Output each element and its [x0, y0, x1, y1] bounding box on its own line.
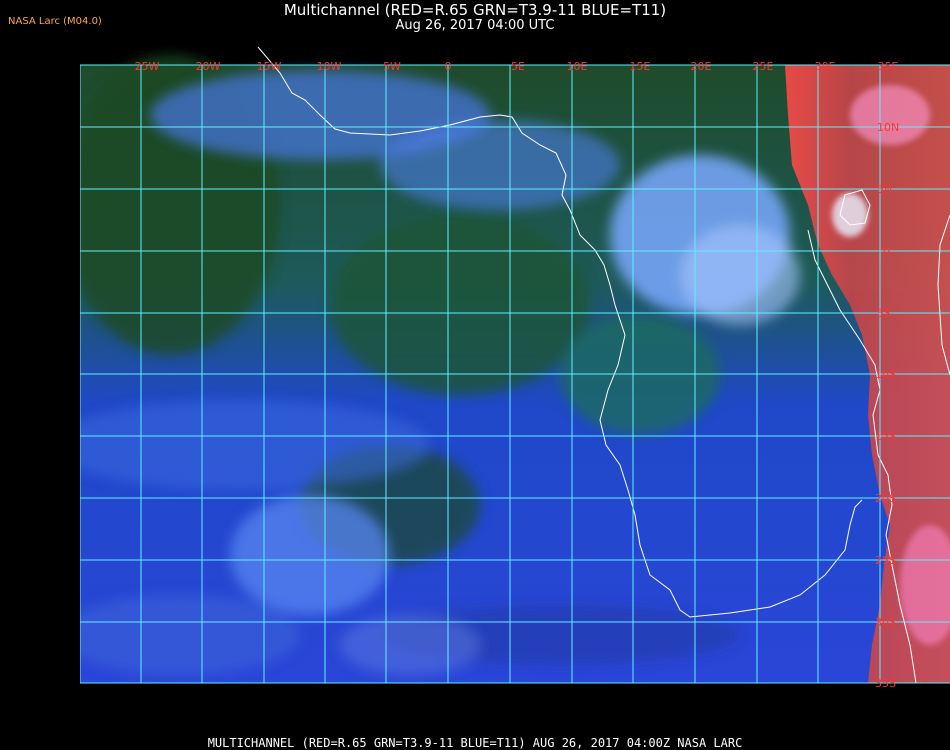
- lat-label: 5S: [877, 307, 891, 320]
- lon-label: 25W: [135, 60, 160, 73]
- lat-label: 0: [883, 245, 890, 258]
- lon-label: 15E: [630, 60, 651, 73]
- lon-label: 5E: [511, 60, 525, 73]
- footer-caption: MULTICHANNEL (RED=R.65 GRN=T3.9-11 BLUE=…: [207, 736, 743, 750]
- image-datetime: Aug 26, 2017 04:00 UTC: [395, 18, 555, 33]
- image-title: Multichannel (RED=R.65 GRN=T3.9-11 BLUE=…: [283, 1, 667, 19]
- lon-label: 20E: [691, 60, 712, 73]
- lon-label: 10E: [567, 60, 588, 73]
- lat-label: 35S: [875, 677, 896, 690]
- lat-label: 5N: [877, 183, 892, 196]
- lon-label: 35E: [878, 60, 899, 73]
- lon-label: 15W: [257, 60, 282, 73]
- satellite-map: 25W 20W 15W 10W 5W 0 5E 10E 15E 20E 25E …: [80, 45, 950, 727]
- lon-label: 5W: [383, 60, 401, 73]
- lat-label: 10S: [875, 368, 896, 381]
- lat-label: 20S: [875, 492, 896, 505]
- lon-label: 0: [445, 60, 452, 73]
- lon-label: 20W: [196, 60, 221, 73]
- lon-label: 30E: [815, 60, 836, 73]
- lon-label: 25E: [753, 60, 774, 73]
- lat-label: 10N: [877, 121, 899, 134]
- lat-label: 30S: [875, 616, 896, 629]
- lon-label: 10W: [317, 60, 342, 73]
- lat-label: 15S: [875, 430, 896, 443]
- lat-label: 25S: [875, 554, 896, 567]
